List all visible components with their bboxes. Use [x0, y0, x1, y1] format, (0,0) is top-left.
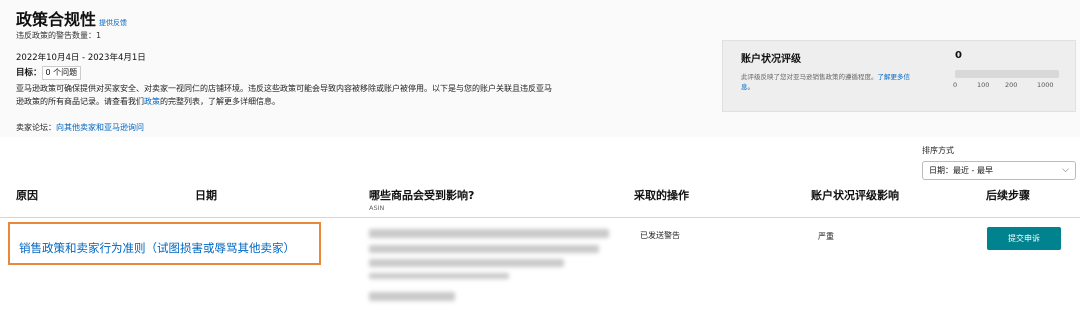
forum-link[interactable]: 向其他卖家和亚马逊询问	[56, 123, 144, 132]
description-text-1: 亚马逊政策可确保提供对买家安全、对卖家一视同仁的店铺环境。违反这些政策可能会导致…	[16, 84, 552, 106]
sort-label: 排序方式	[922, 146, 954, 155]
chevron-down-icon: ⌵	[1062, 165, 1069, 175]
column-header-date: 日期	[195, 189, 217, 202]
goal: 目标： 0 个问题	[16, 66, 82, 80]
column-subheader-asin: ASIN	[369, 204, 385, 212]
column-header-impact: 账户状况评级影响	[811, 189, 899, 202]
page-title-text: 政策合规性	[16, 10, 97, 29]
column-header-reason: 原因	[16, 189, 38, 202]
action-taken: 已发送警告	[640, 231, 680, 240]
date-range: 2022年10月4日 - 2023年4月1日	[16, 53, 146, 63]
forum-label: 卖家论坛：	[16, 123, 56, 132]
sort-selected-value: 日期：最近 - 最早	[929, 166, 993, 175]
goal-value: 0 个问题	[41, 66, 82, 80]
seller-forum: 卖家论坛：向其他卖家和亚马逊询问	[16, 122, 144, 133]
policy-link[interactable]: 政策	[144, 97, 160, 106]
redacted-line	[369, 292, 455, 301]
violation-reason-link[interactable]: 销售政策和卖家行为准则（试图损害或辱骂其他卖家）	[19, 240, 295, 256]
health-tick: 0	[953, 81, 958, 89]
column-header-affected-items: 哪些商品会受到影响?	[369, 189, 475, 202]
health-score: 0	[955, 50, 962, 61]
redacted-line	[369, 229, 609, 238]
health-tick: 200	[1005, 81, 1018, 89]
feedback-link[interactable]: 提供反馈	[99, 19, 127, 27]
health-scale: 0 100 200 1000	[953, 81, 1061, 91]
health-tick: 100	[977, 81, 990, 89]
health-score-bar	[955, 70, 1059, 78]
column-header-action: 采取的操作	[634, 189, 689, 202]
health-tick: 1000	[1037, 81, 1054, 89]
submit-appeal-button[interactable]: 提交申诉	[987, 227, 1061, 250]
redacted-line	[369, 259, 564, 267]
table-divider	[0, 217, 1080, 218]
goal-label: 目标：	[16, 68, 42, 78]
warning-count: 违反政策的警告数量：1	[16, 31, 102, 40]
health-description-text: 此评级反映了您对亚马逊销售政策的遵循程度。	[741, 73, 878, 81]
sort-dropdown[interactable]: 日期：最近 - 最早 ⌵	[922, 161, 1076, 180]
redacted-line	[369, 245, 599, 253]
health-impact: 严重	[818, 232, 834, 241]
account-health-panel: 账户状况评级 此评级反映了您对亚马逊销售政策的遵循程度。了解更多信息。 0 0 …	[722, 40, 1076, 112]
redacted-line	[369, 273, 509, 279]
description-text-2: 的完整列表，了解更多详细信息。	[160, 97, 280, 106]
policy-description: 亚马逊政策可确保提供对买家安全、对卖家一视同仁的店铺环境。违反这些政策可能会导致…	[16, 82, 556, 108]
page-title: 政策合规性 提供反馈	[16, 6, 127, 30]
column-header-next-steps: 后续步骤	[986, 189, 1030, 202]
health-title: 账户状况评级	[741, 54, 801, 65]
health-description: 此评级反映了您对亚马逊销售政策的遵循程度。了解更多信息。	[741, 72, 916, 92]
